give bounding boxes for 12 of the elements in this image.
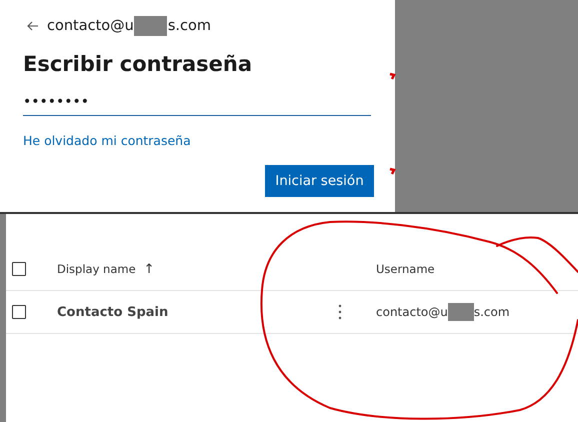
- email-text: contacto@u: [376, 305, 448, 319]
- display-name[interactable]: Contacto Spain: [57, 304, 168, 320]
- email-text: s.com: [168, 18, 211, 34]
- sort-icon[interactable]: ↑: [144, 262, 155, 276]
- column-header[interactable]: Username: [376, 262, 435, 276]
- forgot-password-link[interactable]: He olvidado mi contraseña: [23, 133, 191, 148]
- column-header[interactable]: Display name: [57, 262, 136, 276]
- sign-in-button[interactable]: Iniciar sesión: [265, 165, 374, 197]
- email-text: s.com: [474, 305, 510, 319]
- password-field[interactable]: ••••••••: [23, 92, 371, 116]
- page-title: Escribir contraseña: [23, 52, 254, 76]
- email-text: contacto@u: [47, 18, 134, 34]
